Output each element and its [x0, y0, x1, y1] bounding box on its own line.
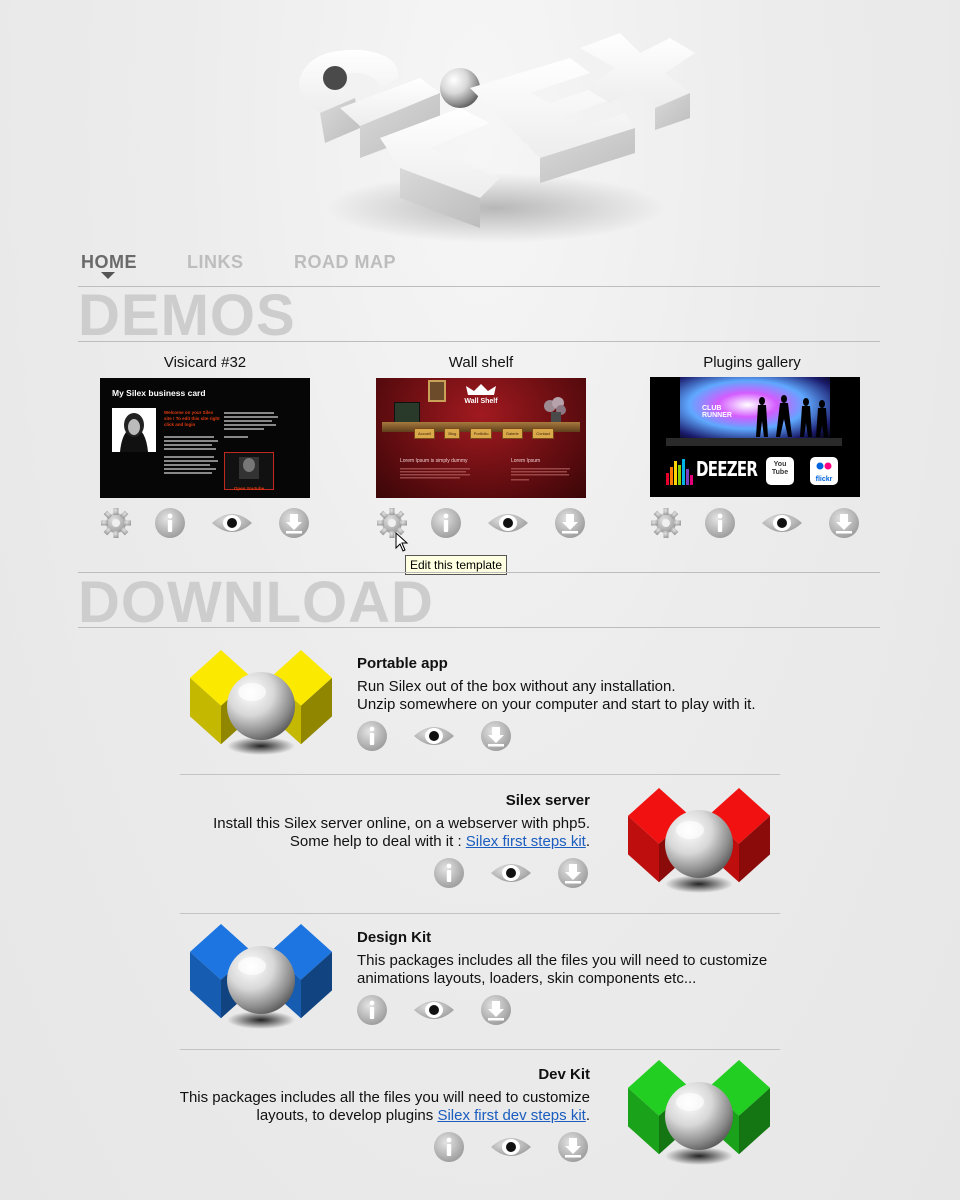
- thumb-text-block: [164, 434, 220, 484]
- package-title: Portable app: [357, 655, 448, 672]
- package-description: This packages includes all the files you…: [110, 1089, 590, 1125]
- package-description-line: This packages includes all the files you…: [179, 1089, 590, 1106]
- thumb-heading: CLUB RUNNER: [702, 405, 732, 419]
- shelf-object: [394, 402, 420, 424]
- eye-icon[interactable]: [489, 1131, 533, 1163]
- demo-thumbnail-plugins-gallery[interactable]: CLUB RUNNER DEEZER You Tube flickr: [650, 377, 860, 497]
- first-steps-kit-link[interactable]: Silex first steps kit: [466, 833, 586, 850]
- info-icon[interactable]: [433, 857, 465, 889]
- info-icon[interactable]: [433, 1131, 465, 1163]
- download-icon[interactable]: [554, 507, 586, 539]
- nav-road-map[interactable]: ROAD MAP: [294, 252, 396, 273]
- demo-title: Visicard #32: [163, 354, 247, 371]
- package-description: Install this Silex server online, on a w…: [150, 815, 590, 851]
- silex-logo: [280, 18, 710, 248]
- thumb-text-lines: [400, 466, 571, 496]
- divider: [180, 913, 780, 914]
- package-title: Silex server: [505, 792, 590, 809]
- thumb-col-title: Lorem Ipsum is simply dummy: [400, 458, 468, 464]
- flickr-logo: flickr: [810, 457, 838, 485]
- package-icon-silex-server: [624, 786, 774, 896]
- dancers-silhouette: [750, 395, 830, 437]
- first-dev-steps-kit-link[interactable]: Silex first dev steps kit: [437, 1107, 585, 1124]
- demo-thumbnail-wall-shelf[interactable]: Wall Shelf Accueil Blog Portfolio Galeri…: [376, 378, 586, 498]
- info-icon[interactable]: [154, 507, 186, 539]
- download-icon[interactable]: [557, 1131, 589, 1163]
- flowers-object: [542, 396, 568, 422]
- package-icon-design-kit: [186, 922, 336, 1032]
- download-icon[interactable]: [480, 720, 512, 752]
- thumb-menu-item: Blog: [444, 428, 461, 439]
- thumb-text-block: [224, 410, 280, 450]
- thumb-menu-item: Portfolio: [469, 428, 493, 439]
- demo-thumbnail-visicard[interactable]: My Silex business card Welcome on your S…: [100, 378, 310, 498]
- video-badge: Open Youtube: [224, 452, 274, 491]
- thumb-menu-item: Galerie: [501, 428, 523, 439]
- video-badge-label: Open Youtube: [233, 486, 265, 491]
- nav-active-pointer: [101, 272, 115, 279]
- crown-icon: [464, 382, 498, 395]
- section-title-demos: DEMOS: [78, 283, 296, 348]
- eye-icon[interactable]: [760, 507, 804, 539]
- package-description: Run Silex out of the box without any ins…: [357, 678, 756, 714]
- info-icon[interactable]: [356, 994, 388, 1026]
- package-icon-portable-app: [186, 648, 336, 758]
- info-icon[interactable]: [430, 507, 462, 539]
- eye-icon[interactable]: [412, 994, 456, 1026]
- thumb-col-title: Lorem Ipsum: [511, 458, 541, 464]
- text: layouts, to develop plugins: [256, 1107, 438, 1124]
- eye-icon[interactable]: [486, 507, 530, 539]
- download-icon[interactable]: [480, 994, 512, 1026]
- package-description: This packages includes all the files you…: [357, 952, 767, 988]
- divider: [180, 1049, 780, 1050]
- thumb-subtext: Welcome on your Silex site ! To edit thi…: [164, 410, 220, 427]
- flickr-logo-label: flickr: [815, 476, 833, 483]
- package-description-line: Run Silex out of the box without any ins…: [357, 678, 676, 695]
- thumb-menu-item: Contact: [532, 428, 554, 439]
- nav-home[interactable]: HOME: [81, 252, 137, 273]
- equalizer-graphic: [666, 455, 694, 485]
- text: .: [585, 1107, 590, 1124]
- gear-icon[interactable]: [650, 507, 682, 539]
- divider: [78, 341, 880, 342]
- divider: [180, 774, 780, 775]
- youtube-logo-label: You Tube: [771, 461, 789, 476]
- deezer-logo: DEEZER: [696, 457, 758, 481]
- package-description-line: layouts, to develop plugins Silex first …: [110, 1107, 590, 1125]
- eye-icon[interactable]: [489, 857, 533, 889]
- thumb-menu-item: Accueil: [414, 428, 435, 439]
- demo-title: Plugins gallery: [703, 354, 801, 371]
- eye-icon[interactable]: [210, 507, 254, 539]
- thumb-heading: My Silex business card: [112, 388, 206, 398]
- package-description-line: This packages includes all the files you…: [357, 952, 768, 969]
- youtube-logo: You Tube: [766, 457, 794, 485]
- info-icon[interactable]: [704, 507, 736, 539]
- mouse-cursor-icon: [395, 531, 409, 557]
- eye-icon[interactable]: [412, 720, 456, 752]
- divider: [78, 627, 880, 628]
- info-icon[interactable]: [356, 720, 388, 752]
- demo-title: Wall shelf: [448, 354, 514, 371]
- thumb-nav-bar: [666, 438, 842, 446]
- package-icon-dev-kit: [624, 1058, 774, 1168]
- package-description-line: animations layouts, loaders, skin compon…: [357, 970, 697, 987]
- nav-links[interactable]: LINKS: [187, 252, 244, 273]
- package-description-line: Unzip somewhere on your computer and sta…: [357, 696, 756, 713]
- download-icon[interactable]: [557, 857, 589, 889]
- section-title-download: DOWNLOAD: [78, 570, 434, 635]
- package-description-line: Some help to deal with it : Silex first …: [150, 833, 590, 851]
- gear-icon[interactable]: [100, 507, 132, 539]
- text: .: [585, 833, 590, 850]
- package-description-line: Install this Silex server online, on a w…: [213, 815, 590, 832]
- portrait-image: [112, 408, 156, 452]
- package-title: Dev Kit: [538, 1066, 590, 1083]
- download-icon[interactable]: [828, 507, 860, 539]
- package-title: Design Kit: [357, 929, 432, 946]
- thumb-menu: Accueil Blog Portfolio Galerie Contact: [414, 428, 554, 439]
- text: Some help to deal with it :: [289, 833, 466, 850]
- download-icon[interactable]: [278, 507, 310, 539]
